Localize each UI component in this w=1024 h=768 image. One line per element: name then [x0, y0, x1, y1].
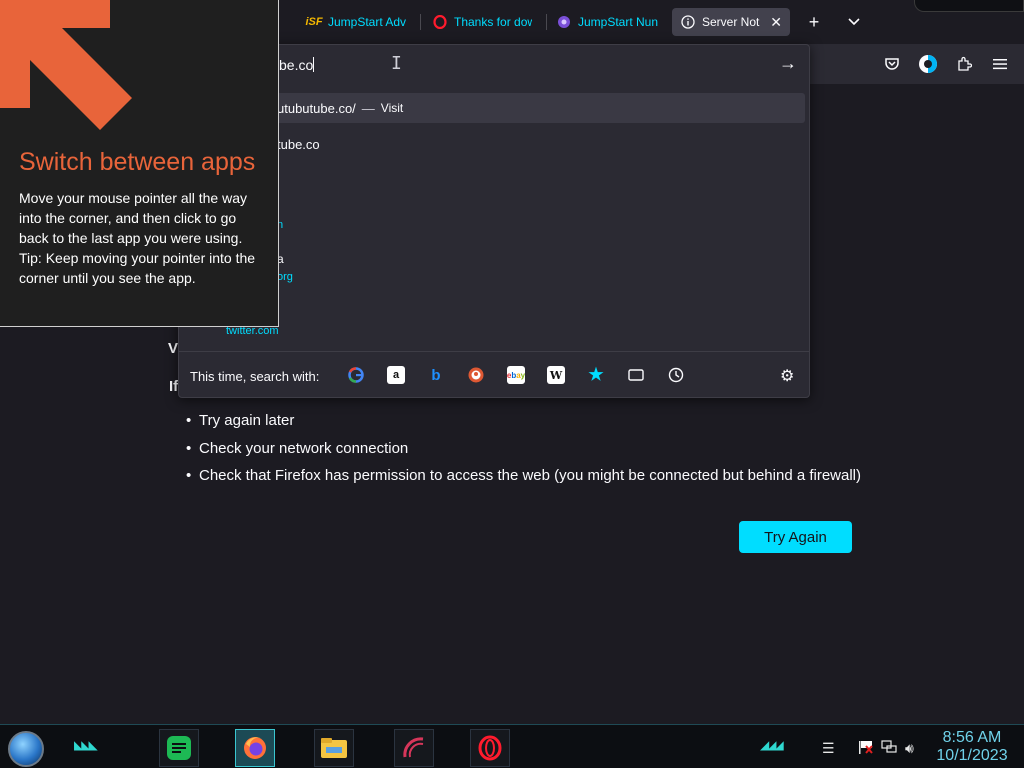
clock-time: 8:56 AM [942, 729, 1002, 746]
ebay-icon[interactable]: ebay [507, 366, 525, 384]
visit-separator: — [361, 100, 375, 116]
menu-icon[interactable] [988, 52, 1012, 76]
go-arrow-icon[interactable]: → [779, 53, 797, 74]
page-subtitle: If [169, 378, 179, 395]
isf-icon: iSF [305, 16, 323, 28]
wikipedia-icon[interactable]: W [547, 366, 565, 384]
url-input-value: be.co [279, 57, 314, 73]
search-with-label: This time, search with: [190, 369, 320, 384]
bing-icon[interactable]: b [427, 366, 445, 384]
ibeam-cursor-icon: I [391, 53, 402, 74]
suggestion-url[interactable]: org [277, 271, 293, 283]
taskbar: ◣◣◣ ◢◢◢ ☰ 🔊︎ 8:56 AM 10/1/2023 [0, 724, 1024, 768]
tab-title: Thanks for dow [454, 15, 532, 29]
url-input[interactable]: be.co [279, 57, 315, 73]
opera-icon[interactable] [470, 729, 510, 767]
tab-jumpstart-adv[interactable]: iSF JumpStart Adv [298, 8, 414, 36]
history-suggestion[interactable]: tube.co [277, 137, 320, 152]
firefox-icon[interactable] [235, 729, 275, 767]
network-icon[interactable] [881, 740, 897, 757]
gear-icon[interactable]: ⚙ [780, 366, 794, 386]
pocket-icon[interactable] [880, 52, 904, 76]
one-off-search-bar: This time, search with: a b ebay W ★ ⚙ [179, 351, 809, 397]
new-tab-button[interactable]: + [802, 10, 826, 34]
volume-icon[interactable]: 🔊︎ [905, 740, 914, 757]
window-frame-decoration [914, 0, 1024, 12]
tip-body: Move your mouse pointer all the way into… [19, 188, 267, 288]
duckduckgo-icon[interactable] [467, 366, 485, 384]
amazon-icon[interactable]: a [387, 366, 405, 384]
try-again-button[interactable]: Try Again [739, 521, 852, 553]
tabs-icon[interactable] [627, 366, 645, 384]
tab-title: Server Not F [702, 15, 760, 29]
history-icon[interactable] [667, 366, 685, 384]
tab-thanks-for-download[interactable]: Thanks for dow [424, 8, 540, 36]
system-clock[interactable]: 8:56 AM 10/1/2023 [934, 729, 1010, 765]
list-tabs-button[interactable] [842, 10, 866, 34]
tab-title: JumpStart Adv [328, 15, 406, 29]
close-icon[interactable]: ✕ [770, 14, 782, 31]
taskbar-decoration: ◣◣◣ [74, 738, 98, 752]
desktop: iSF JumpStart Adv Thanks for dow JumpSta… [0, 0, 1024, 768]
google-icon[interactable] [347, 366, 365, 384]
list-item: Check your network connection [186, 438, 861, 466]
page-title: V [168, 340, 179, 357]
tip-hint: Tip: Keep moving your pointer into the c… [19, 250, 256, 286]
action-center-flag-icon[interactable] [858, 740, 874, 757]
start-button[interactable] [8, 731, 44, 767]
arc-app-icon[interactable] [394, 729, 434, 767]
list-item: Try again later [186, 410, 861, 438]
tab-separator [420, 14, 421, 30]
suggestion-list: Try again later Check your network conne… [186, 410, 861, 493]
clock-date: 10/1/2023 [936, 747, 1008, 764]
file-explorer-icon[interactable] [314, 729, 354, 767]
visit-action: Visit [380, 101, 404, 115]
list-item: Check that Firefox has permission to acc… [186, 465, 861, 493]
tip-title: Switch between apps [19, 148, 256, 176]
taskbar-decoration: ◢◢◢ [760, 738, 784, 752]
arrow-up-left-icon [0, 0, 132, 130]
text-caret [313, 57, 315, 72]
tab-server-not-found[interactable]: Server Not F ✕ [672, 8, 790, 36]
jumpstart-icon [556, 14, 572, 30]
opera-icon [432, 14, 448, 30]
tab-jumpstart-nun[interactable]: JumpStart Nun [548, 8, 666, 36]
tray-overflow-icon[interactable]: ☰ [822, 740, 835, 757]
bookmarks-icon[interactable]: ★ [587, 365, 605, 384]
tab-separator [546, 14, 547, 30]
info-icon [680, 14, 696, 30]
corner-tip-popup: Switch between apps Move your mouse poin… [0, 0, 279, 327]
visit-url: utubutube.co/ [277, 100, 356, 116]
account-icon[interactable] [916, 52, 940, 76]
extensions-icon[interactable] [952, 52, 976, 76]
tip-description: Move your mouse pointer all the way into… [19, 190, 247, 246]
notes-app-icon[interactable] [159, 729, 199, 767]
tab-title: JumpStart Nun [578, 15, 658, 29]
